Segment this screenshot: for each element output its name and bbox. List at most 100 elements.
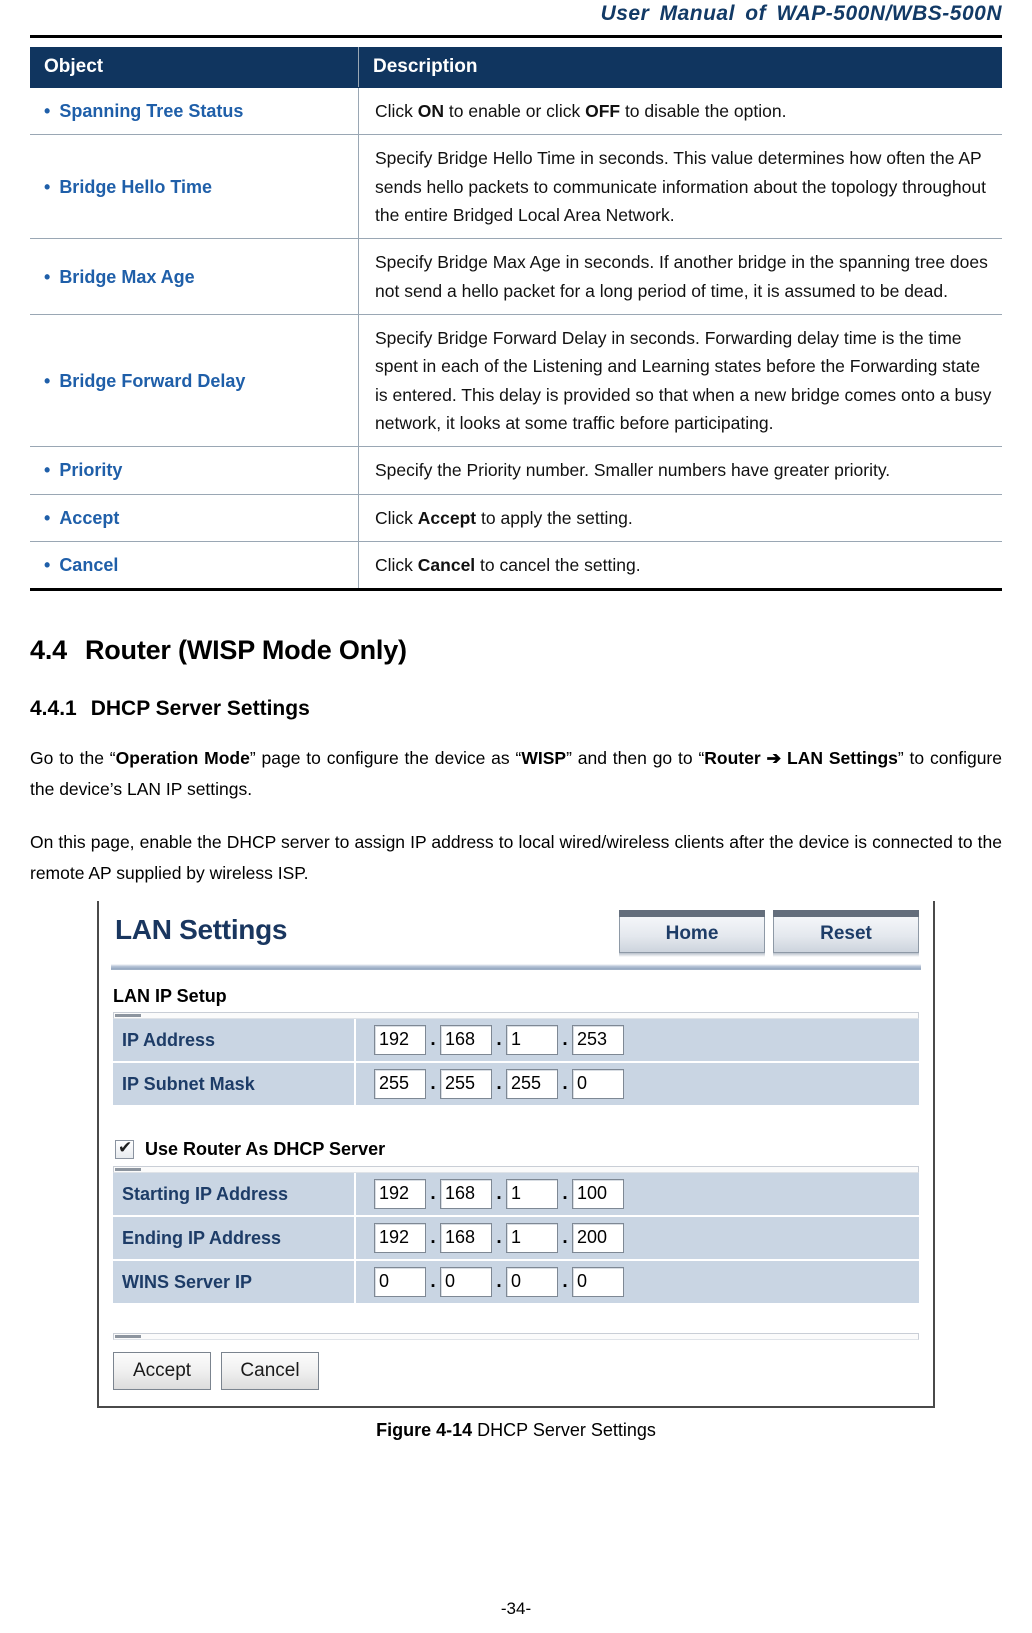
field-label: WINS Server IP bbox=[113, 1260, 356, 1303]
lan-ip-setup-rows: IP Address 192. 168. 1. 253 IP Subnet Mask 255… bbox=[99, 1018, 933, 1105]
plain-text: Specify the Priority number. Smaller num… bbox=[375, 460, 891, 481]
dhcp-ip-row: Starting IP Address 192. 168. 1. 100 bbox=[113, 1172, 919, 1215]
plain-text: Go to the “ bbox=[30, 748, 116, 769]
section-title: Router (WISP Mode Only) bbox=[84, 635, 407, 666]
octet-input[interactable]: 255 bbox=[506, 1068, 558, 1099]
dhcp-checkbox-label: Use Router As DHCP Server bbox=[145, 1138, 386, 1159]
plain-text: Specify Bridge Hello Time in seconds. Th… bbox=[375, 148, 986, 226]
table-row: • Bridge Max Age Specify Bridge Max Age in… bbox=[30, 238, 1002, 315]
octet-input[interactable]: 255 bbox=[440, 1068, 492, 1099]
octet-input[interactable]: 100 bbox=[572, 1178, 624, 1209]
dhcp-server-rows: Starting IP Address 192. 168. 1. 100 Ending I… bbox=[99, 1172, 933, 1303]
octet-input[interactable]: 192 bbox=[374, 1024, 426, 1055]
paragraph-dhcp-intro: On this page, enable the DHCP server to … bbox=[30, 827, 1002, 889]
description-cell: Specify Bridge Forward Delay in seconds.… bbox=[358, 314, 1002, 447]
octet-input[interactable]: 0 bbox=[374, 1266, 426, 1297]
figure-container: LAN Settings Home Reset LAN IP Setup IP A… bbox=[30, 900, 1002, 1408]
panel-spacer-bottom bbox=[99, 1304, 933, 1333]
figure-number: Figure 4-14 bbox=[376, 1419, 473, 1440]
octet-separator: . bbox=[562, 1072, 568, 1094]
plain-text: Click bbox=[375, 507, 418, 528]
octet-input[interactable]: 192 bbox=[374, 1178, 426, 1209]
object-item: • Bridge Forward Delay bbox=[44, 369, 350, 393]
object-label: Priority bbox=[59, 460, 123, 481]
octet-separator: . bbox=[496, 1182, 502, 1204]
description-cell: Click ON to enable or click OFF to disab… bbox=[358, 87, 1002, 135]
screenshot-titlebar: LAN Settings Home Reset bbox=[99, 904, 933, 957]
object-cell: • Bridge Max Age bbox=[30, 239, 359, 315]
dhcp-ip-row: WINS Server IP 0. 0. 0. 0 bbox=[113, 1260, 919, 1303]
section-heading: 4.4 Router (WISP Mode Only) bbox=[30, 635, 1002, 666]
octet-separator: . bbox=[562, 1226, 568, 1248]
table-row: • Spanning Tree Status Click ON to enable … bbox=[30, 87, 1002, 135]
description-cell: Specify Bridge Hello Time in seconds. Th… bbox=[358, 134, 1002, 239]
table-row: • Priority Specify the Priority number. Sm… bbox=[30, 446, 1002, 495]
column-header-object: Object bbox=[30, 47, 359, 88]
table-row: • Cancel Click Cancel to cancel the settin… bbox=[30, 541, 1002, 589]
object-cell: • Bridge Forward Delay bbox=[30, 315, 359, 447]
octet-field-group: 192. 168. 1. 253 bbox=[356, 1024, 624, 1055]
emphasis-text: ON bbox=[417, 101, 445, 121]
octet-input[interactable]: 168 bbox=[440, 1024, 492, 1055]
object-label: Spanning Tree Status bbox=[59, 101, 244, 122]
octet-input[interactable]: 0 bbox=[440, 1266, 492, 1297]
plain-text: ” and then go to “ bbox=[566, 748, 705, 769]
octet-input[interactable]: 0 bbox=[572, 1266, 624, 1297]
dhcp-ip-row: Ending IP Address 192. 168. 1. 200 bbox=[113, 1216, 919, 1259]
octet-input[interactable]: 168 bbox=[440, 1178, 492, 1209]
object-description-table: Object Description • Spanning Tree Status… bbox=[30, 47, 1002, 589]
field-label: Ending IP Address bbox=[113, 1216, 356, 1259]
object-label: Cancel bbox=[59, 555, 119, 576]
octet-input[interactable]: 0 bbox=[572, 1068, 624, 1099]
lan-ip-row: IP Subnet Mask 255. 255. 255. 0 bbox=[113, 1062, 919, 1105]
octet-separator: . bbox=[496, 1028, 502, 1050]
plain-text: to cancel the setting. bbox=[475, 555, 641, 576]
accept-button[interactable]: Accept bbox=[113, 1351, 211, 1390]
use-router-as-dhcp-server-checkbox[interactable]: ✔ bbox=[115, 1138, 134, 1159]
octet-input[interactable]: 255 bbox=[374, 1068, 426, 1099]
object-item: • Bridge Max Age bbox=[44, 265, 350, 289]
octet-input[interactable]: 168 bbox=[440, 1222, 492, 1253]
home-button[interactable]: Home bbox=[619, 909, 765, 957]
section-number: 4.4 bbox=[30, 635, 67, 666]
lan-ip-setup-label: LAN IP Setup bbox=[113, 985, 227, 1006]
dhcp-server-checkbox-row[interactable]: ✔ Use Router As DHCP Server bbox=[99, 1135, 933, 1166]
table-head: Object Description bbox=[30, 47, 1002, 88]
octet-separator: . bbox=[430, 1226, 436, 1248]
panel-action-buttons: Accept Cancel bbox=[99, 1340, 933, 1406]
bullet-icon: • bbox=[44, 507, 51, 528]
octet-input[interactable]: 1 bbox=[506, 1024, 558, 1055]
octet-input[interactable]: 1 bbox=[506, 1178, 558, 1209]
octet-input[interactable]: 200 bbox=[572, 1222, 624, 1253]
column-header-description: Description bbox=[358, 47, 1002, 88]
octet-separator: . bbox=[496, 1226, 502, 1248]
description-cell: Specify the Priority number. Smaller num… bbox=[358, 446, 1002, 495]
emphasis-text: WISP bbox=[521, 748, 567, 769]
object-cell: • Bridge Hello Time bbox=[30, 135, 359, 239]
plain-text: to enable or click bbox=[444, 101, 586, 121]
octet-field-group: 192. 168. 1. 100 bbox=[356, 1178, 624, 1209]
plain-text: to apply the setting. bbox=[476, 507, 633, 528]
plain-text: Specify Bridge Max Age in seconds. If an… bbox=[375, 252, 988, 301]
document-page: User Manual of WAP-500N/WBS-500N Object … bbox=[0, 0, 1032, 1633]
octet-separator: . bbox=[562, 1028, 568, 1050]
octet-input[interactable]: 0 bbox=[506, 1266, 558, 1297]
octet-input[interactable]: 253 bbox=[572, 1024, 624, 1055]
octet-separator: . bbox=[430, 1072, 436, 1094]
screenshot-bottom-edge bbox=[99, 1405, 933, 1408]
lan-ip-row: IP Address 192. 168. 1. 253 bbox=[113, 1018, 919, 1061]
emphasis-text: Router ➔ LAN Settings bbox=[704, 748, 898, 769]
panel-nav-buttons: Home Reset bbox=[619, 909, 919, 957]
description-cell: Click Cancel to cancel the setting. bbox=[358, 541, 1002, 589]
subsection-title: DHCP Server Settings bbox=[90, 697, 310, 721]
field-label: IP Subnet Mask bbox=[113, 1062, 356, 1105]
octet-separator: . bbox=[430, 1028, 436, 1050]
object-item: • Accept bbox=[44, 506, 350, 530]
cancel-button[interactable]: Cancel bbox=[221, 1351, 319, 1390]
octet-input[interactable]: 192 bbox=[374, 1222, 426, 1253]
table-body: • Spanning Tree Status Click ON to enable … bbox=[30, 87, 1002, 589]
object-label: Accept bbox=[59, 507, 120, 528]
plain-text: Click bbox=[375, 101, 418, 121]
reset-button[interactable]: Reset bbox=[773, 909, 919, 957]
octet-input[interactable]: 1 bbox=[506, 1222, 558, 1253]
